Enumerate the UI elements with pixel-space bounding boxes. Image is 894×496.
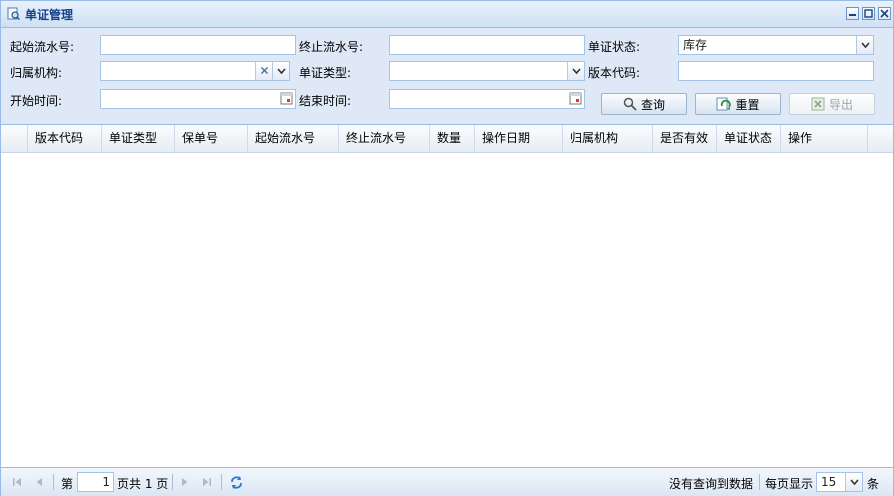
version-code-label: 版本代码: [588, 66, 641, 80]
chevron-down-icon [571, 68, 581, 75]
window-titlebar: 单证管理 [1, 1, 893, 28]
refresh-document-icon [716, 97, 732, 110]
grid-body [1, 153, 893, 466]
column-header[interactable]: 操作日期 [475, 125, 563, 152]
reset-button[interactable]: 重置 [695, 93, 781, 115]
column-header[interactable]: 保单号 [175, 125, 248, 152]
calendar-icon [280, 92, 293, 105]
close-icon [880, 9, 889, 18]
column-header[interactable]: 单证类型 [102, 125, 175, 152]
column-header[interactable]: 版本代码 [28, 125, 102, 152]
doc-type-label: 单证类型: [299, 66, 352, 80]
minimize-button[interactable] [846, 7, 859, 20]
window-title: 单证管理 [25, 8, 74, 22]
maximize-icon [864, 9, 873, 18]
per-page-label: 每页显示 [765, 477, 814, 491]
column-header[interactable]: 起始流水号 [248, 125, 339, 152]
column-header[interactable]: 是否有效 [653, 125, 717, 152]
column-header[interactable]: 单证状态 [717, 125, 781, 152]
query-button[interactable]: 查询 [601, 93, 687, 115]
org-label: 归属机构: [10, 66, 63, 80]
chevron-down-icon [849, 479, 859, 486]
empty-message: 没有查询到数据 [669, 477, 754, 491]
toolbar-separator [759, 474, 760, 490]
column-header[interactable]: 归属机构 [563, 125, 653, 152]
close-button[interactable] [878, 7, 891, 20]
reset-button-label: 重置 [735, 97, 760, 112]
status-select-value: 库存 [683, 38, 708, 52]
end-time-label: 结束时间: [299, 94, 352, 108]
paging-toolbar: 第 1 页共 1 页 没有查询到数据 每页显示 15 条 [1, 467, 893, 496]
minimize-icon [849, 14, 856, 16]
prev-page-icon[interactable] [33, 476, 45, 488]
chevron-down-icon [860, 42, 870, 49]
column-header[interactable]: 终止流水号 [339, 125, 430, 152]
start-time-date-trigger[interactable] [278, 90, 295, 108]
status-dropdown-trigger[interactable] [856, 36, 873, 54]
version-code-input[interactable] [678, 61, 874, 81]
per-page-dropdown-trigger[interactable] [845, 473, 862, 491]
column-header[interactable]: 操作 [781, 125, 868, 152]
toolbar-separator [53, 474, 54, 490]
start-time-label: 开始时间: [10, 94, 63, 108]
per-page-value: 15 [821, 475, 837, 489]
first-page-icon[interactable] [11, 476, 23, 488]
maximize-button[interactable] [862, 7, 875, 20]
org-combo[interactable] [100, 61, 290, 81]
end-serial-label: 终止流水号: [299, 40, 364, 54]
per-page-unit: 条 [867, 477, 880, 491]
search-icon [623, 97, 637, 111]
grid-header: 版本代码 单证类型 保单号 起始流水号 终止流水号 数量 操作日期 归属机构 是… [1, 125, 893, 153]
query-button-label: 查询 [640, 97, 665, 112]
end-time-date-trigger[interactable] [567, 90, 584, 108]
document-search-icon [7, 7, 20, 20]
toolbar-separator [172, 474, 173, 490]
per-page-select[interactable]: 15 [816, 472, 863, 492]
start-serial-label: 起始流水号: [10, 40, 75, 54]
start-serial-input[interactable] [100, 35, 296, 55]
end-time-input[interactable] [389, 89, 585, 109]
refresh-icon[interactable] [229, 475, 244, 490]
doc-type-select[interactable] [389, 61, 585, 81]
org-clear-trigger[interactable] [255, 62, 272, 80]
page-number-input[interactable]: 1 [77, 472, 114, 492]
status-select[interactable]: 库存 [678, 35, 874, 55]
excel-icon [811, 97, 825, 111]
export-button[interactable]: 导出 [789, 93, 875, 115]
doc-type-dropdown-trigger[interactable] [567, 62, 584, 80]
last-page-icon[interactable] [201, 476, 213, 488]
calendar-icon [569, 92, 582, 105]
status-label: 单证状态: [588, 40, 641, 54]
chevron-down-icon [276, 68, 286, 75]
end-serial-input[interactable] [389, 35, 585, 55]
next-page-icon[interactable] [179, 476, 191, 488]
column-header[interactable]: 数量 [430, 125, 475, 152]
start-time-input[interactable] [100, 89, 296, 109]
clear-icon [260, 67, 268, 74]
toolbar-separator [221, 474, 222, 490]
doc-management-panel: 单证管理 起始流水号: 终止流水号: 单证状态: 库存 归属机构: 单证类型: … [0, 0, 894, 496]
org-dropdown-trigger[interactable] [272, 62, 289, 80]
page-count-text: 页共 1 页 [117, 477, 169, 491]
export-button-label: 导出 [828, 97, 853, 112]
grid-rownum-header [1, 125, 28, 152]
page-prefix: 第 [61, 477, 74, 491]
search-form: 起始流水号: 终止流水号: 单证状态: 库存 归属机构: 单证类型: 版本代码:… [1, 28, 893, 125]
